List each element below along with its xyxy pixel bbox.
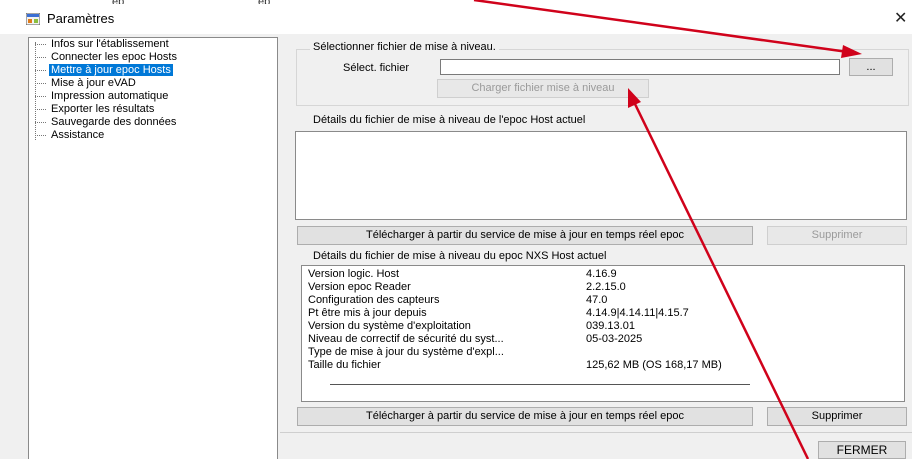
annotation-arrowhead-load	[628, 88, 641, 108]
annotation-arrows	[473, 0, 862, 459]
annotation-arrowhead-browse	[841, 45, 862, 58]
settings-window: ep ep Paramètres ✕ Infos sur l'établisse…	[0, 0, 912, 459]
annotation-arrow-to-browse	[473, 0, 849, 54]
annotation-arrow-to-load	[633, 103, 810, 459]
